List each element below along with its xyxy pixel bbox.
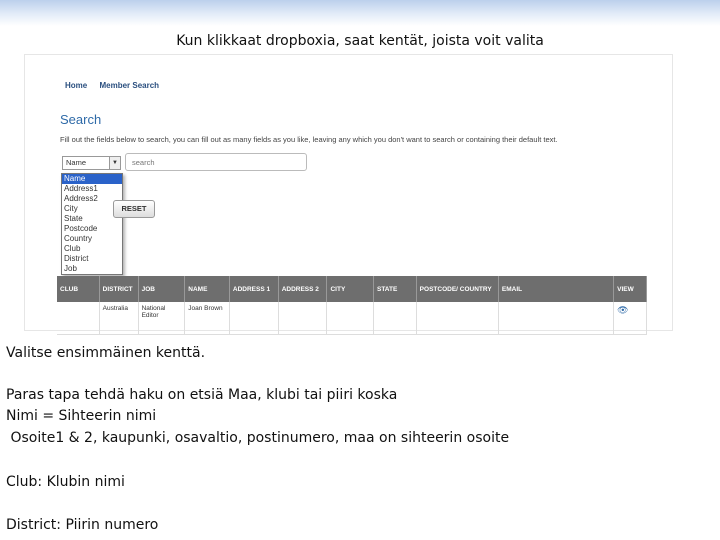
chevron-down-icon[interactable]: ▼ [109, 157, 120, 169]
top-nav: Home Member Search [65, 81, 169, 90]
instruction-line: Paras tapa tehdä haku on etsiä Maa, klub… [6, 387, 398, 403]
cell-job: National Editor [138, 302, 186, 335]
field-select[interactable]: Name ▼ [62, 156, 121, 170]
column-header[interactable]: CLUB [57, 276, 100, 302]
cell-email [498, 302, 615, 335]
cell-district: Australia [99, 302, 139, 335]
cell-state [373, 302, 417, 335]
dropdown-option-postcode[interactable]: Postcode [62, 224, 122, 234]
slide-title: Kun klikkaat dropboxia, saat kentät, joi… [176, 33, 544, 49]
nav-member-search-link[interactable]: Member Search [99, 81, 159, 90]
dropdown-option-address1[interactable]: Address1 [62, 184, 122, 194]
field-select-value: Name [66, 158, 87, 167]
instruction-line: District: Piirin numero [6, 517, 159, 533]
search-heading: Search [60, 112, 102, 127]
column-header[interactable]: CITY [326, 276, 374, 302]
cell-address2 [278, 302, 328, 335]
column-header[interactable]: DISTRICT [99, 276, 139, 302]
instruction-line: Nimi = Sihteerin nimi [6, 408, 157, 424]
search-input[interactable] [125, 153, 307, 171]
cell-club [57, 302, 100, 335]
results-table: CLUB DISTRICT JOB NAME ADDRESS 1 ADDRESS… [57, 276, 647, 335]
dropdown-option-district[interactable]: District [62, 254, 122, 264]
column-header[interactable]: ADDRESS 2 [278, 276, 328, 302]
field-dropdown-list: Name Address1 Address2 City State Postco… [61, 173, 123, 275]
cell-name: Joan Brown [184, 302, 230, 335]
nav-home-link[interactable]: Home [65, 81, 87, 90]
instruction-line: Club: Klubin nimi [6, 474, 125, 490]
dropdown-option-country[interactable]: Country [62, 234, 122, 244]
column-header[interactable]: POSTCODE/ COUNTRY [416, 276, 499, 302]
cell-postcode-country [416, 302, 499, 335]
dropdown-option-job[interactable]: Job [62, 264, 122, 274]
table-row[interactable]: Australia National Editor Joan Brown 👁 [57, 302, 647, 335]
column-header[interactable]: STATE [373, 276, 417, 302]
reset-button[interactable]: RESET [113, 200, 155, 218]
screenshot-panel: Home Member Search Search Fill out the f… [25, 55, 672, 335]
column-header[interactable]: VIEW [613, 276, 647, 302]
cell-view: 👁 [613, 302, 647, 335]
cell-city [326, 302, 374, 335]
column-header[interactable]: NAME [184, 276, 230, 302]
eye-icon[interactable]: 👁 [617, 305, 628, 315]
search-instructions: Fill out the fields below to search, you… [60, 135, 558, 144]
instruction-line: Osoite1 & 2, kaupunki, osavaltio, postin… [6, 430, 510, 446]
cell-address1 [229, 302, 279, 335]
table-header-row: CLUB DISTRICT JOB NAME ADDRESS 1 ADDRESS… [57, 276, 647, 302]
column-header[interactable]: ADDRESS 1 [229, 276, 279, 302]
column-header[interactable]: JOB [138, 276, 186, 302]
instruction-line: Valitse ensimmäinen kenttä. [6, 345, 206, 361]
dropdown-option-name[interactable]: Name [62, 174, 122, 184]
column-header[interactable]: EMAIL [498, 276, 615, 302]
dropdown-option-club[interactable]: Club [62, 244, 122, 254]
